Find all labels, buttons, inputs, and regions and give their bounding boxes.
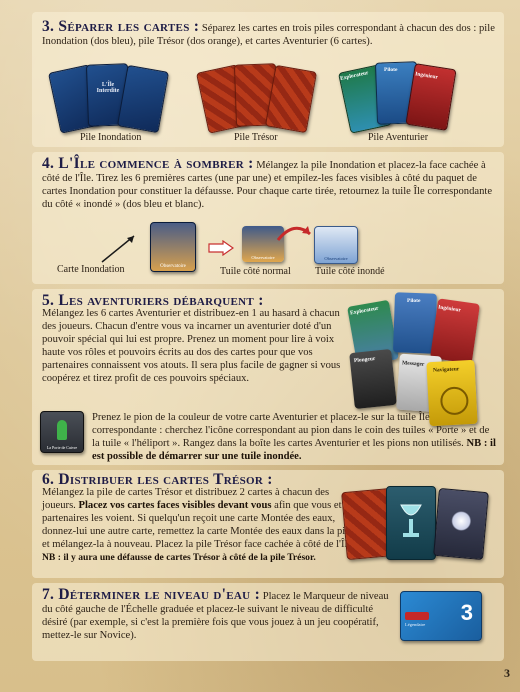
arrow-right-icon [208,240,234,256]
water-meter-image: Légendaire 3 [400,591,482,641]
pawn-icon [57,420,67,440]
pile-aventurier-label: Pile Aventurier [368,132,429,143]
tuile-inonde-label: Tuile côté inondé [315,266,385,277]
section-ile-sombre: 4. L'Île commence à sombrer : Mélangez l… [32,152,504,284]
section-niveau-eau: 7. Déterminer le niveau d'eau : Placez l… [32,583,504,661]
water-level-marker [405,612,429,620]
section-title: 6. Distribuer les cartes Trésor : [42,471,273,488]
section-title: 3. Séparer les cartes : [42,18,200,35]
section-title: 5. Les aventuriers débarquent : [42,292,264,309]
adv-fan-label-pilote: Pilote [407,298,421,304]
water-level-marker-label: Légendaire [405,622,426,627]
tuile-normal-label: Tuile côté normal [220,266,291,277]
section-text-2: Prenez le pion de la couleur de votre ca… [92,412,490,449]
section-separer-cartes: 3. Séparer les cartes : Séparez les cart… [32,12,504,147]
pawn-tile-image: La Porte de Cuivre [40,411,84,453]
page-number: 3 [504,666,510,680]
chalice-icon [400,504,422,537]
pile-inondation-label: Pile Inondation [80,132,142,143]
pile-tresor-label: Pile Trésor [234,132,278,143]
section-aventuriers: 5. Les aventuriers débarquent : Mélangez… [32,289,504,465]
flood-card-tile-name: Observatoire [160,264,186,269]
section-note: NB : il y aura une défausse de cartes Tr… [42,552,316,563]
adv-label-pilote: Pilote [384,67,398,73]
section-title: 7. Déterminer le niveau d'eau : [42,586,261,603]
tile-normal-name: Observatoire [251,255,275,260]
section-text-bold: Placez vos cartes faces visibles devant … [78,500,272,511]
pointer-arrow-icon [101,235,135,263]
carte-inondation-label: Carte Inondation [57,264,125,275]
treasure-card-chalice [386,486,436,560]
tile-flooded-image: Observatoire [314,226,358,264]
section-title: 4. L'Île commence à sombrer : [42,155,254,172]
flip-arrow-icon [276,226,311,241]
section-text: Mélangez les 6 cartes Aventurier et dist… [42,308,341,384]
water-level-value: 3 [460,600,473,625]
treasure-card-helicopter [433,487,489,561]
flood-card-image: Observatoire [150,222,196,272]
tile-flooded-name: Observatoire [324,256,348,261]
rulebook-page: 3. Séparer les cartes : Séparez les cart… [0,0,520,692]
pawn-tile-name: La Porte de Cuivre [46,445,78,450]
section-cartes-tresor: 6. Distribuer les cartes Trésor : Mélang… [32,470,504,578]
flood-card-logo: L'Île Interdite [96,82,120,94]
